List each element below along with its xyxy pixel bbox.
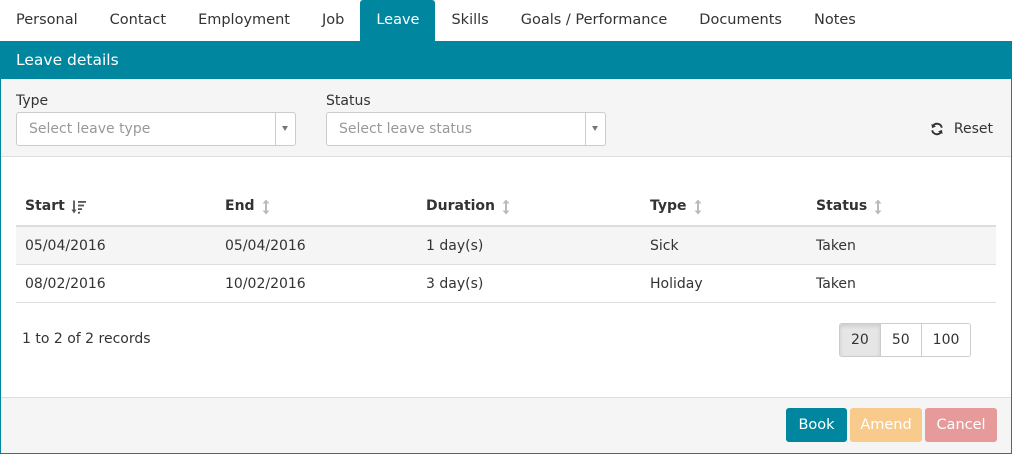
tab-documents[interactable]: Documents — [683, 0, 798, 41]
panel-title: Leave details — [1, 41, 1011, 79]
leave-type-placeholder: Select leave type — [29, 121, 151, 137]
leave-type-select[interactable]: Select leave type — [16, 112, 296, 146]
tab-contact[interactable]: Contact — [94, 0, 182, 41]
reset-button[interactable]: Reset — [930, 119, 993, 139]
leave-status-select[interactable]: Select leave status — [326, 112, 606, 146]
leave-type-dropdown-toggle[interactable] — [275, 113, 295, 145]
column-header-type[interactable]: Type — [650, 186, 703, 227]
column-header-status[interactable]: Status — [816, 186, 883, 227]
table-row[interactable]: 08/02/2016 10/02/2016 3 day(s) Holiday T… — [16, 265, 996, 303]
amend-button[interactable]: Amend — [850, 408, 922, 442]
column-header-label: Status — [816, 198, 868, 214]
chevron-down-icon — [592, 126, 598, 131]
tab-personal[interactable]: Personal — [0, 0, 94, 41]
cell-type: Sick — [650, 238, 679, 254]
cell-status: Taken — [816, 238, 856, 254]
cell-end: 10/02/2016 — [225, 276, 306, 292]
tab-goals-performance[interactable]: Goals / Performance — [505, 0, 684, 41]
page-size-100-button[interactable]: 100 — [920, 324, 971, 356]
column-header-label: Type — [650, 198, 687, 214]
tab-job[interactable]: Job — [306, 0, 360, 41]
tab-bar: Personal Contact Employment Job Leave Sk… — [0, 0, 1012, 41]
tab-leave[interactable]: Leave — [360, 0, 436, 41]
cell-duration: 1 day(s) — [426, 238, 484, 254]
column-header-end[interactable]: End — [225, 186, 271, 227]
leave-table: Start End Duration Type Status 05/04/201… — [16, 186, 996, 303]
sort-icon — [694, 199, 702, 214]
page-size-20-button[interactable]: 20 — [840, 324, 880, 356]
cancel-button[interactable]: Cancel — [925, 408, 997, 442]
sort-icon — [262, 199, 270, 214]
filter-bar: Type Select leave type Status Select lea… — [1, 79, 1011, 157]
table-header: Start End Duration Type Status — [16, 186, 996, 227]
cell-end: 05/04/2016 — [225, 238, 306, 254]
column-header-duration[interactable]: Duration — [426, 186, 511, 227]
cell-start: 08/02/2016 — [25, 276, 106, 292]
panel-footer: Book Amend Cancel — [1, 397, 1011, 453]
tab-notes[interactable]: Notes — [798, 0, 872, 41]
tab-skills[interactable]: Skills — [435, 0, 504, 41]
cell-type: Holiday — [650, 276, 703, 292]
type-filter-label: Type — [16, 93, 49, 109]
page-size-selector: 20 50 100 — [839, 323, 972, 357]
sort-icon — [874, 199, 882, 214]
column-header-start[interactable]: Start — [25, 186, 87, 227]
column-header-label: Start — [25, 198, 65, 214]
table-row[interactable]: 05/04/2016 05/04/2016 1 day(s) Sick Take… — [16, 227, 996, 265]
cell-start: 05/04/2016 — [25, 238, 106, 254]
cell-duration: 3 day(s) — [426, 276, 484, 292]
leave-details-panel: Leave details Type Select leave type Sta… — [0, 41, 1012, 454]
tab-employment[interactable]: Employment — [182, 0, 306, 41]
column-header-label: Duration — [426, 198, 496, 214]
refresh-icon — [931, 122, 943, 136]
leave-status-placeholder: Select leave status — [339, 121, 473, 137]
page-size-50-button[interactable]: 50 — [879, 324, 921, 356]
column-header-label: End — [225, 198, 255, 214]
sort-desc-icon — [71, 200, 86, 214]
records-summary: 1 to 2 of 2 records — [22, 331, 151, 347]
reset-label: Reset — [953, 121, 993, 137]
chevron-down-icon — [282, 126, 288, 131]
sort-icon — [502, 199, 510, 214]
leave-status-dropdown-toggle[interactable] — [585, 113, 605, 145]
cell-status: Taken — [816, 276, 856, 292]
status-filter-label: Status — [326, 93, 371, 109]
book-button[interactable]: Book — [786, 408, 847, 442]
